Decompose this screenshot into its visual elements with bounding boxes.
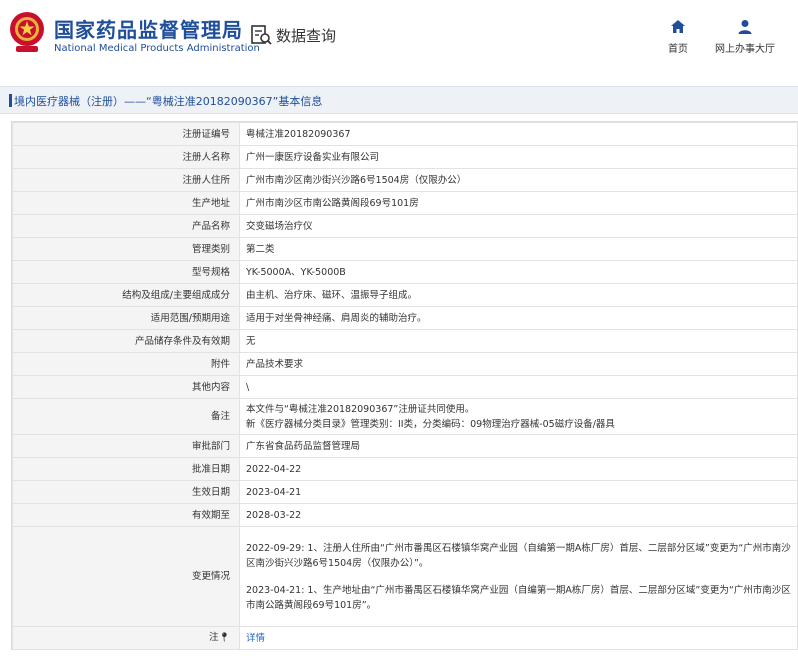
- row-label: 审批部门: [12, 434, 240, 458]
- row-label: 注册人住所: [12, 168, 240, 192]
- row-label: 注册证编号: [12, 122, 240, 146]
- row-value: 第二类: [239, 237, 798, 261]
- user-icon: [738, 20, 752, 34]
- row-label: 附件: [12, 352, 240, 376]
- row-label: 备注: [12, 398, 240, 435]
- data-query-icon: [251, 25, 272, 45]
- row-value: 2023-04-21: [239, 480, 798, 504]
- table-row: 产品名称 交变磁场治疗仪: [12, 214, 798, 238]
- row-label: 产品名称: [12, 214, 240, 238]
- table-row: 有效期至 2028-03-22: [12, 503, 798, 527]
- table-row: 注册人名称 广州一康医疗设备实业有限公司: [12, 145, 798, 169]
- row-value: 广东省食品药品监督管理局: [239, 434, 798, 458]
- table-row: 生效日期 2023-04-21: [12, 480, 798, 504]
- table-row: 结构及组成/主要组成成分 由主机、治疗床、磁环、温振导子组成。: [12, 283, 798, 307]
- table-row: 型号规格 YK-5000A、YK-5000B: [12, 260, 798, 284]
- row-value: 粤械注准20182090367: [239, 122, 798, 146]
- table-row: 适用范围/预期用途 适用于对坐骨神经痛、肩周炎的辅助治疗。: [12, 306, 798, 330]
- brand-title[interactable]: 国家药品监督管理局: [54, 14, 243, 43]
- table-row: 注册证编号 粤械注准20182090367: [12, 122, 798, 146]
- detail-cell: 详情: [239, 626, 798, 650]
- change-entry: 2023-04-21: 1、生产地址由“广州市番禺区石楼镇华窝产业园（自编第一期…: [246, 584, 791, 611]
- national-emblem-icon: [10, 12, 44, 52]
- row-label: 注册人名称: [12, 145, 240, 169]
- nav-online-office[interactable]: 网上办事大厅: [712, 18, 778, 55]
- row-label: 生产地址: [12, 191, 240, 215]
- row-label: 变更情况: [12, 526, 240, 627]
- detail-label: 注: [209, 632, 219, 643]
- row-value: 2022-04-22: [239, 457, 798, 481]
- row-label: 结构及组成/主要组成成分: [12, 283, 240, 307]
- remarks-line: 新《医疗器械分类目录》管理类别：II类，分类编码：09物理治疗器械-05磁疗设备…: [246, 418, 615, 430]
- section-title: 数据查询: [276, 27, 337, 45]
- table-row: 附件 产品技术要求: [12, 352, 798, 376]
- table-row: 审批部门 广东省食品药品监督管理局: [12, 434, 798, 458]
- table-row: 注册人住所 广州市南沙区南沙街兴沙路6号1504房（仅限办公）: [12, 168, 798, 192]
- row-value: 广州市南沙区南沙街兴沙路6号1504房（仅限办公）: [239, 168, 798, 192]
- row-label: 批准日期: [12, 457, 240, 481]
- row-label: 管理类别: [12, 237, 240, 261]
- breadcrumb: 境内医疗器械（注册）——“粤械注准20182090367”基本信息: [0, 86, 798, 114]
- row-value: 由主机、治疗床、磁环、温振导子组成。: [239, 283, 798, 307]
- nav-home[interactable]: 首页: [664, 18, 692, 55]
- row-label: 其他内容: [12, 375, 240, 399]
- table-row-remarks: 备注 本文件与“粤械注准20182090367”注册证共同使用。 新《医疗器械分…: [12, 398, 798, 435]
- nav-home-label: 首页: [668, 44, 688, 55]
- row-value: \: [239, 375, 798, 399]
- nav-office-label: 网上办事大厅: [715, 44, 775, 55]
- row-label: 有效期至: [12, 503, 240, 527]
- row-label: 产品储存条件及有效期: [12, 329, 240, 353]
- table-row-detail: 注📍︎ 详情: [12, 626, 798, 650]
- detail-label-cell: 注📍︎: [12, 626, 240, 650]
- row-value: 适用于对坐骨神经痛、肩周炎的辅助治疗。: [239, 306, 798, 330]
- table-row-changes: 变更情况 2022-09-29: 1、注册人住所由“广州市番禺区石楼镇华窝产业园…: [12, 526, 798, 627]
- row-value: YK-5000A、YK-5000B: [239, 260, 798, 284]
- table-row: 产品储存条件及有效期无: [12, 329, 798, 353]
- row-value: 广州市南沙区市南公路黄阁段69号101房: [239, 191, 798, 215]
- home-icon: [671, 20, 685, 33]
- site-header: 国家药品监督管理局 National Medical Products Admi…: [0, 0, 798, 72]
- remarks-value: 本文件与“粤械注准20182090367”注册证共同使用。 新《医疗器械分类目录…: [239, 398, 798, 435]
- detail-table: 注册证编号 粤械注准20182090367 注册人名称 广州一康医疗设备实业有限公司…: [11, 121, 798, 650]
- change-entry: 2022-09-29: 1、注册人住所由“广州市番禺区石楼镇华窝产业园（自编第一…: [246, 542, 791, 569]
- breadcrumb-marker: [9, 94, 12, 107]
- row-value: 2028-03-22: [239, 503, 798, 527]
- breadcrumb-text: 境内医疗器械（注册）——“粤械注准20182090367”基本信息: [14, 95, 323, 108]
- row-value: 广州一康医疗设备实业有限公司: [239, 145, 798, 169]
- table-row: 生产地址 广州市南沙区市南公路黄阁段69号101房: [12, 191, 798, 215]
- table-row: 其他内容 \: [12, 375, 798, 399]
- row-value: 交变磁场治疗仪: [239, 214, 798, 238]
- row-value: 产品技术要求: [239, 352, 798, 376]
- remarks-line: 本文件与“粤械注准20182090367”注册证共同使用。: [246, 403, 475, 415]
- row-label: 型号规格: [12, 260, 240, 284]
- table-row: 管理类别 第二类: [12, 237, 798, 261]
- changes-value: 2022-09-29: 1、注册人住所由“广州市番禺区石楼镇华窝产业园（自编第一…: [239, 526, 798, 627]
- brand-subtitle: National Medical Products Administration: [54, 43, 260, 54]
- row-label: 适用范围/预期用途: [12, 306, 240, 330]
- row-label: 生效日期: [12, 480, 240, 504]
- table-row: 批准日期 2022-04-22: [12, 457, 798, 481]
- row-value: 无: [239, 329, 798, 353]
- detail-link[interactable]: 详情: [246, 633, 265, 644]
- pin-icon: 📍︎: [218, 633, 230, 643]
